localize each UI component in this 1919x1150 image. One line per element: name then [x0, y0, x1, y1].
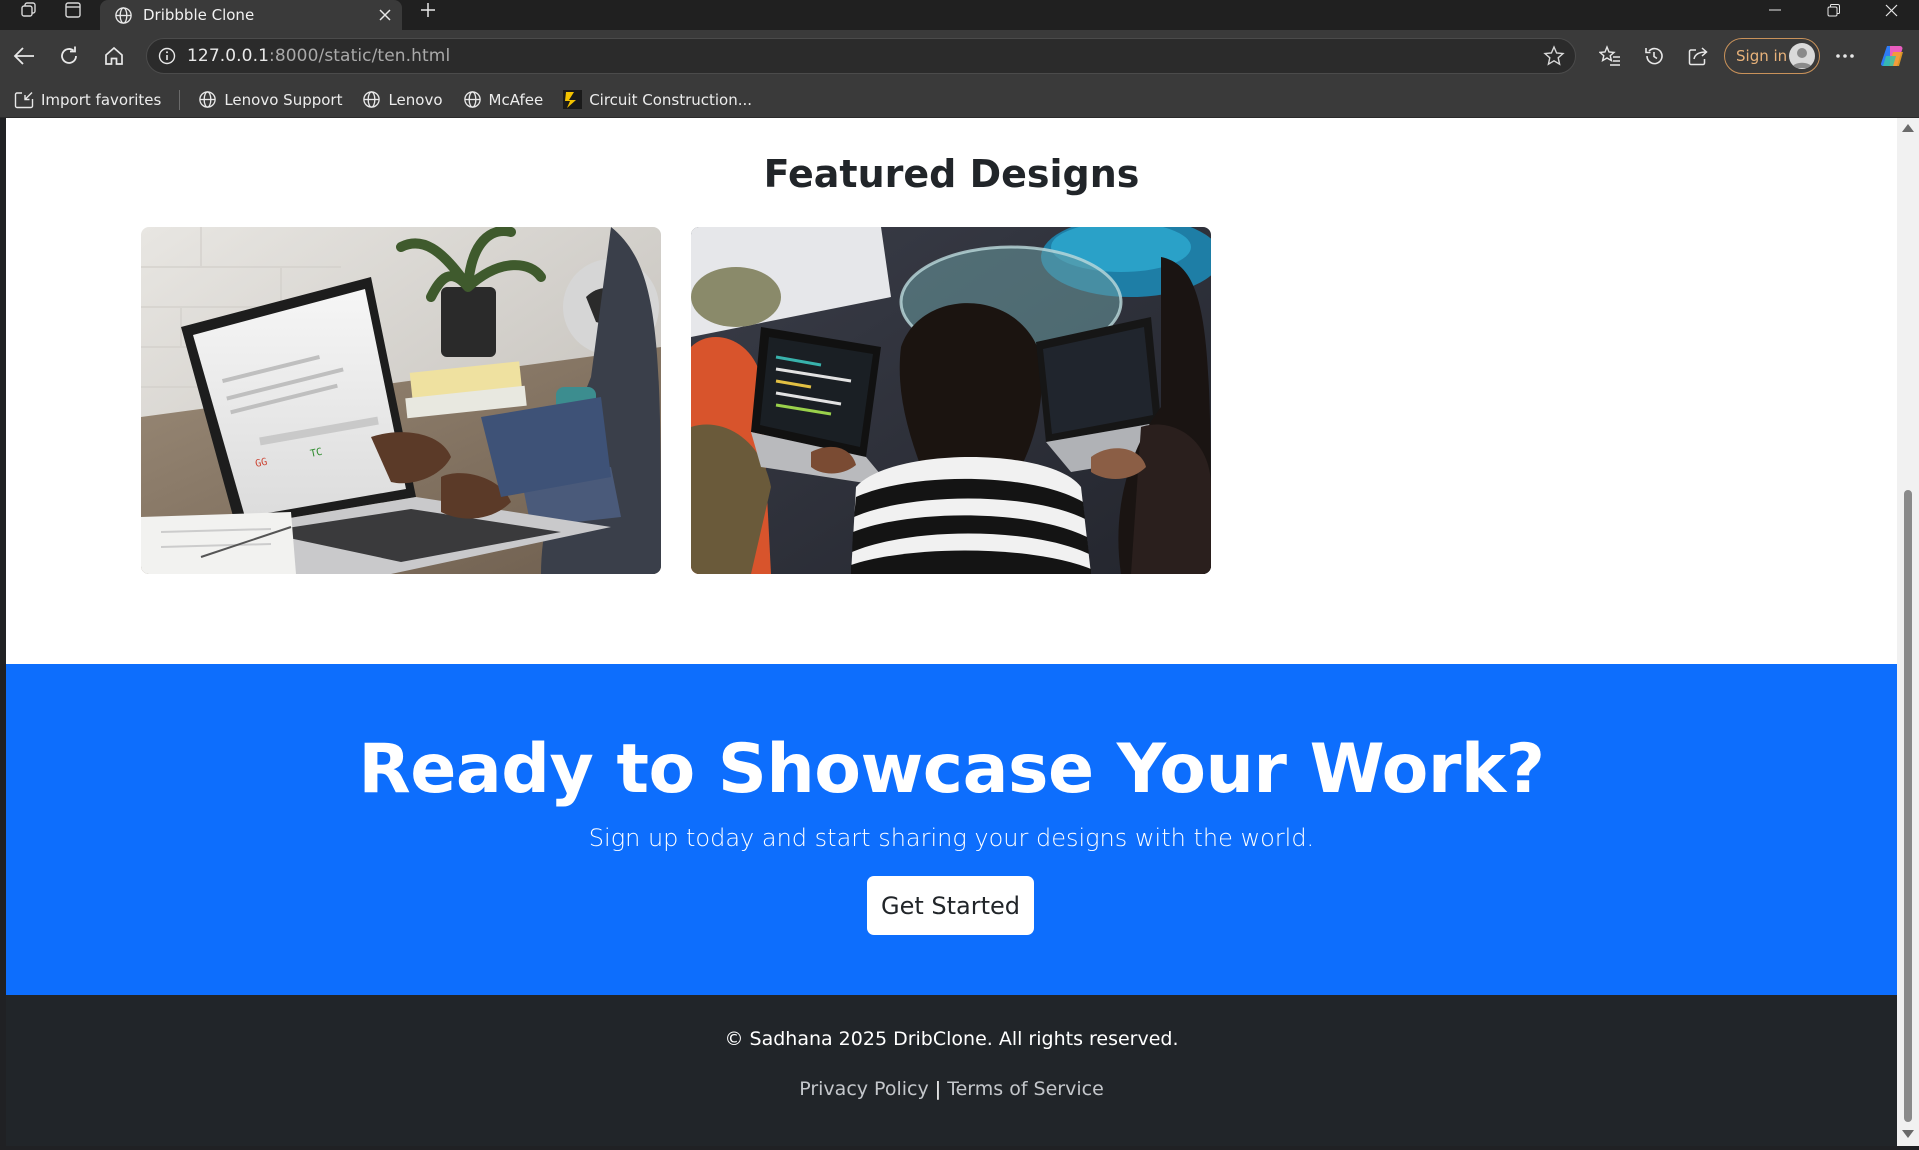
- workspaces-icon[interactable]: [18, 0, 40, 20]
- site-info-icon[interactable]: [147, 47, 187, 65]
- url-path: :8000/static/ten.html: [269, 46, 451, 66]
- cta-section: Ready to Showcase Your Work? Sign up tod…: [6, 664, 1897, 995]
- favorites-icon[interactable]: [1594, 40, 1626, 72]
- favorite-lenovo[interactable]: Lenovo: [362, 90, 443, 109]
- featured-designs-heading: Featured Designs: [763, 152, 1140, 196]
- url-text[interactable]: 127.0.0.1:8000/static/ten.html: [187, 46, 450, 66]
- page-footer: © Sadhana 2025 DribClone. All rights res…: [6, 995, 1897, 1146]
- scroll-down-arrow-icon[interactable]: [1902, 1130, 1914, 1138]
- footer-separator: |: [934, 1078, 942, 1100]
- share-icon[interactable]: [1682, 40, 1714, 72]
- scroll-thumb[interactable]: [1904, 490, 1912, 1122]
- close-tab-icon[interactable]: [372, 3, 398, 27]
- favorite-import-favorites[interactable]: Import favorites: [14, 91, 161, 109]
- import-icon: [14, 91, 34, 108]
- copyright-text: © Sadhana 2025 DribClone. All rights res…: [724, 1028, 1179, 1050]
- history-icon[interactable]: [1638, 40, 1670, 72]
- favorites-divider: [179, 89, 181, 110]
- refresh-icon[interactable]: [53, 40, 85, 72]
- favorite-lenovo-support[interactable]: Lenovo Support: [198, 90, 342, 109]
- sign-in-label: Sign in: [1736, 47, 1788, 65]
- get-started-button[interactable]: Get Started: [867, 876, 1034, 935]
- globe-icon: [363, 91, 381, 108]
- favorite-label: Lenovo: [388, 90, 443, 109]
- design-card-laptop[interactable]: GG TC: [141, 227, 661, 574]
- tab-strip: Dribbble Clone: [0, 0, 1919, 30]
- phet-icon: [563, 90, 583, 109]
- tab-title: Dribbble Clone: [143, 6, 255, 24]
- privacy-policy-link[interactable]: Privacy Policy: [799, 1078, 928, 1100]
- globe-icon: [115, 6, 132, 24]
- terms-of-service-link[interactable]: Terms of Service: [947, 1078, 1104, 1100]
- page-viewport: Featured Designs GG TC Ready to Showcase…: [6, 118, 1897, 1146]
- copilot-icon[interactable]: [1876, 40, 1908, 72]
- globe-icon: [199, 91, 217, 108]
- vertical-tabs-icon[interactable]: [62, 0, 84, 20]
- address-bar[interactable]: 127.0.0.1:8000/static/ten.html: [146, 38, 1576, 74]
- restore-icon[interactable]: [1810, 0, 1856, 20]
- more-options-icon[interactable]: [1829, 40, 1861, 72]
- favorites-bar: Import favorites Lenovo Support Lenovo M…: [0, 82, 1919, 118]
- back-icon[interactable]: [8, 40, 40, 72]
- close-window-icon[interactable]: [1868, 0, 1914, 20]
- laptop-desk-photo: GG TC: [141, 227, 661, 574]
- page-scrollbar[interactable]: [1897, 118, 1919, 1146]
- home-icon[interactable]: [98, 40, 130, 72]
- favorite-label: McAfee: [488, 90, 544, 109]
- footer-links: Privacy Policy | Terms of Service: [6, 1078, 1897, 1100]
- cta-heading: Ready to Showcase Your Work?: [358, 730, 1545, 809]
- sign-in-button[interactable]: Sign in: [1724, 38, 1820, 74]
- cta-subtitle: Sign up today and start sharing your des…: [588, 824, 1315, 852]
- design-card-coding[interactable]: [691, 227, 1211, 574]
- favorite-star-icon[interactable]: [1543, 45, 1565, 71]
- favorite-mcafee[interactable]: McAfee: [463, 90, 544, 109]
- new-tab-button[interactable]: [414, 0, 442, 20]
- favorite-label: Import favorites: [41, 90, 162, 109]
- profile-avatar-icon: [1789, 43, 1815, 69]
- minimize-icon[interactable]: [1752, 0, 1798, 20]
- coding-group-photo: [691, 227, 1211, 574]
- scroll-up-arrow-icon[interactable]: [1902, 124, 1914, 132]
- tab-dribbble-clone[interactable]: Dribbble Clone: [100, 0, 402, 30]
- favorite-label: Circuit Construction...: [589, 90, 753, 109]
- favorite-label: Lenovo Support: [224, 90, 343, 109]
- url-host: 127.0.0.1: [187, 46, 270, 66]
- favorite-circuit-construction[interactable]: Circuit Construction...: [563, 90, 752, 109]
- globe-icon: [463, 91, 481, 108]
